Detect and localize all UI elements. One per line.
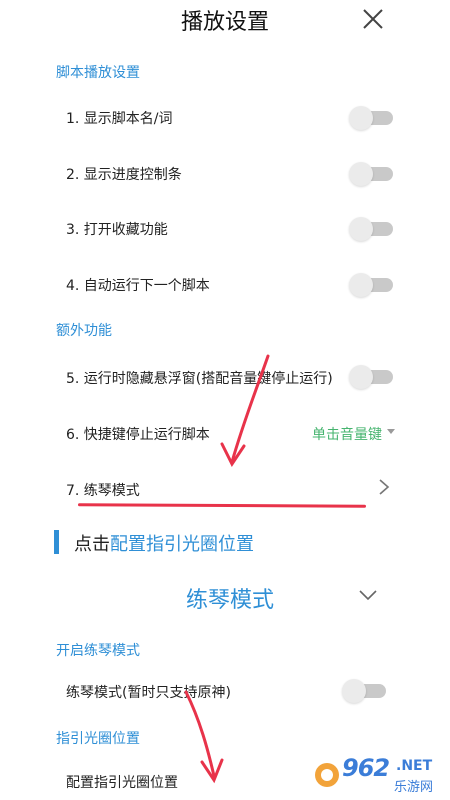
dropdown-arrow-icon bbox=[387, 429, 395, 434]
row-show-progress-label: 2. 显示进度控制条 bbox=[66, 167, 182, 183]
row-hide-float-label: 5. 运行时隐藏悬浮窗(搭配音量键停止运行) bbox=[66, 371, 333, 387]
section-extra: 额外功能 bbox=[56, 323, 112, 339]
auto-next-toggle[interactable] bbox=[349, 273, 393, 297]
section-script-play: 脚本播放设置 bbox=[56, 65, 140, 81]
close-icon bbox=[363, 9, 383, 29]
row-favorite-label: 3. 打开收藏功能 bbox=[66, 222, 168, 238]
watermark-icon bbox=[315, 763, 339, 787]
row-show-name-label: 1. 显示脚本名/词 bbox=[66, 111, 173, 127]
hide-float-toggle[interactable] bbox=[349, 365, 393, 389]
close-button[interactable] bbox=[358, 4, 388, 34]
hint-text: 点击配置指引光圈位置 bbox=[74, 530, 254, 556]
hint-link[interactable]: 配置指引光圈位置 bbox=[110, 534, 254, 555]
show-progress-toggle[interactable] bbox=[349, 162, 393, 186]
chevron-down-icon[interactable] bbox=[358, 588, 378, 602]
show-name-toggle[interactable] bbox=[349, 106, 393, 130]
section-guide-pos: 指引光圈位置 bbox=[56, 731, 140, 747]
chevron-right-icon[interactable] bbox=[377, 478, 391, 496]
row-practice-mode-label[interactable]: 7. 练琴模式 bbox=[66, 480, 140, 500]
row-auto-next-label: 4. 自动运行下一个脚本 bbox=[66, 278, 210, 294]
practice-panel-title: 练琴模式 bbox=[185, 588, 274, 613]
watermark-logo: 962 .NET 乐游网 bbox=[312, 754, 448, 798]
practice-mode-toggle[interactable] bbox=[342, 679, 386, 703]
annotation-underline bbox=[77, 503, 367, 508]
row-config-guide-label[interactable]: 配置指引光圈位置 bbox=[66, 772, 178, 792]
header: 播放设置 bbox=[0, 0, 450, 40]
watermark-cn: 乐游网 bbox=[394, 780, 434, 795]
row-practice-toggle-label: 练琴模式(暂时只支持原神) bbox=[66, 685, 231, 701]
hotkey-stop-select[interactable]: 单击音量键 bbox=[312, 424, 382, 444]
hint-prefix: 点击 bbox=[74, 534, 110, 555]
row-hotkey-stop-label: 6. 快捷键停止运行脚本 bbox=[66, 427, 210, 443]
watermark-net: .NET bbox=[396, 758, 433, 774]
hint-accent-bar bbox=[54, 530, 59, 554]
favorite-toggle[interactable] bbox=[349, 217, 393, 241]
section-practice-on: 开启练琴模式 bbox=[56, 643, 140, 659]
watermark-number: 962 bbox=[342, 754, 390, 782]
